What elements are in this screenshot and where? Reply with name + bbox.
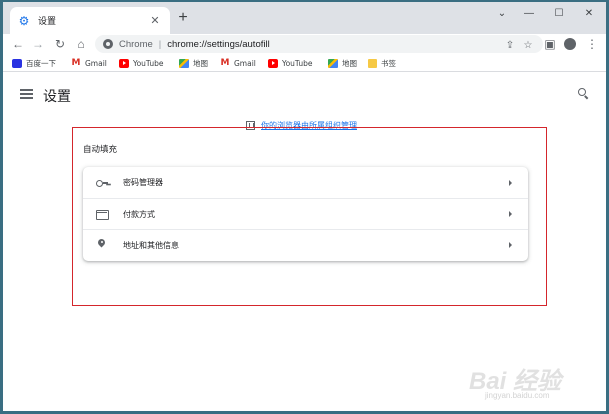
chrome-logo-icon <box>103 39 113 49</box>
reload-icon[interactable]: ↻ <box>51 35 69 53</box>
bookmark-item[interactable]: M Gmail <box>71 57 107 69</box>
chevron-right-icon <box>509 179 512 186</box>
profile-avatar-icon[interactable] <box>561 35 579 53</box>
row-label: 地址和其他信息 <box>123 240 179 250</box>
settings-gear-icon: ⚙ <box>18 13 30 28</box>
maps-icon <box>179 58 189 68</box>
key-icon <box>96 177 108 189</box>
tab-title: 设置 <box>38 17 57 27</box>
bookmark-item[interactable]: YouTube <box>119 57 164 69</box>
bookmark-label: 地图 <box>193 58 208 68</box>
tab-close-icon[interactable]: ✕ <box>148 14 162 27</box>
address-bar[interactable]: Chrome | chrome://settings/autofill ⇪ ☆ <box>95 35 543 53</box>
folder-icon <box>368 58 377 68</box>
bookmark-label: 百度一下 <box>26 58 56 68</box>
browser-window: ⚙ 设置 ✕ + ⌄ — ☐ ✕ ← → ↻ ⌂ Chrome | chrome… <box>3 2 606 411</box>
share-icon[interactable]: ⇪ <box>503 38 517 52</box>
back-icon[interactable]: ← <box>9 35 27 53</box>
page-title: 设置 <box>43 89 71 105</box>
watermark-subtext: jingyan.baidu.com <box>485 391 550 400</box>
bookmark-folder[interactable]: 书签 <box>368 57 396 69</box>
bookmark-label: YouTube <box>133 58 164 68</box>
forward-icon[interactable]: → <box>29 35 47 53</box>
row-addresses[interactable]: 地址和其他信息 <box>83 229 528 260</box>
new-tab-button[interactable]: + <box>175 10 191 26</box>
maps-icon <box>328 58 338 68</box>
address-separator: | <box>158 38 162 50</box>
bookmark-label: Gmail <box>234 58 256 68</box>
bookmarks-bar: 百度一下 M Gmail YouTube 地图 M Gmail YouTube … <box>3 54 606 72</box>
youtube-icon <box>119 58 129 68</box>
home-icon[interactable]: ⌂ <box>72 35 90 53</box>
row-label: 密码管理器 <box>123 178 163 187</box>
bookmark-label: 书签 <box>381 58 396 68</box>
bookmark-label: 地图 <box>342 58 357 68</box>
baidu-icon <box>12 58 22 68</box>
browser-toolbar: ← → ↻ ⌂ Chrome | chrome://settings/autof… <box>3 34 606 54</box>
bookmark-item[interactable]: 地图 <box>179 57 208 69</box>
bookmark-item[interactable]: YouTube <box>268 57 313 69</box>
autofill-card: 密码管理器 付款方式 地址和其他信息 <box>83 167 528 261</box>
tab-settings[interactable]: ⚙ 设置 ✕ <box>10 7 170 34</box>
address-url: chrome://settings/autofill <box>167 38 270 50</box>
address-scheme-label: Chrome <box>119 38 153 50</box>
chrome-menu-icon[interactable]: ⋮ <box>583 35 601 53</box>
settings-header: 设置 <box>3 73 606 117</box>
bookmark-item[interactable]: 地图 <box>328 57 357 69</box>
search-icon[interactable] <box>578 88 590 100</box>
tab-strip: ⚙ 设置 ✕ + ⌄ — ☐ ✕ <box>3 2 606 34</box>
bookmark-item[interactable]: 百度一下 <box>12 57 56 69</box>
row-label: 付款方式 <box>123 209 155 219</box>
bookmark-label: YouTube <box>282 58 313 68</box>
chevron-right-icon <box>509 242 512 248</box>
location-pin-icon <box>96 239 108 251</box>
hamburger-menu-icon[interactable] <box>20 89 33 99</box>
minimize-button[interactable]: — <box>513 2 545 24</box>
side-panel-icon[interactable]: ▣ <box>541 35 559 53</box>
gmail-icon: M <box>220 57 230 68</box>
credit-card-icon <box>96 208 109 220</box>
bookmark-item[interactable]: M Gmail <box>220 57 256 69</box>
bookmark-label: Gmail <box>85 58 107 68</box>
youtube-icon <box>268 58 278 68</box>
chevron-right-icon <box>509 211 512 217</box>
row-payment-methods[interactable]: 付款方式 <box>83 198 528 229</box>
baidu-jingyan-watermark: Bai 经验 jingyan.baidu.com <box>465 345 605 405</box>
gmail-icon: M <box>71 57 81 68</box>
row-password-manager[interactable]: 密码管理器 <box>83 167 528 198</box>
bookmark-star-icon[interactable]: ☆ <box>521 38 535 52</box>
close-window-button[interactable]: ✕ <box>573 2 605 24</box>
section-title-autofill: 自动填充 <box>83 145 118 155</box>
maximize-button[interactable]: ☐ <box>543 2 575 24</box>
